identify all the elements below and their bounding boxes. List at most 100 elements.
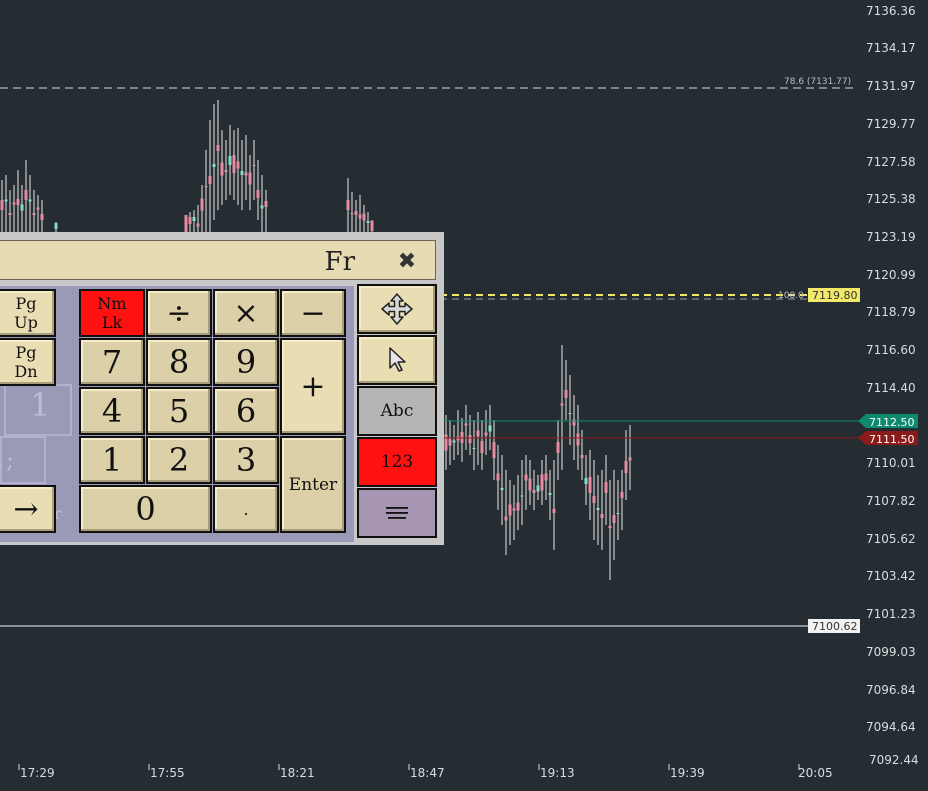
- candle-body: [484, 432, 488, 436]
- candle-body: [452, 440, 456, 443]
- digit-1-key[interactable]: 1: [79, 436, 145, 484]
- abc-mode-key[interactable]: Abc: [357, 386, 437, 436]
- candle-body: [240, 171, 244, 175]
- hamburger-menu-icon[interactable]: [357, 488, 437, 538]
- candle-body: [362, 213, 366, 221]
- digit-8-key[interactable]: 8: [146, 338, 212, 386]
- multiply-key[interactable]: ×: [213, 289, 279, 337]
- candle-body: [464, 423, 468, 426]
- keyboard-title: Fr: [324, 247, 355, 277]
- page-up-key[interactable]: Pg Up: [0, 289, 56, 337]
- candle-body: [0, 200, 4, 210]
- minus-key-label: −: [300, 295, 326, 331]
- price-label: 7110.01: [866, 456, 916, 470]
- digit-0-label: 0: [135, 490, 156, 528]
- price-label: 7103.42: [866, 569, 916, 583]
- candle-body: [232, 155, 236, 173]
- candle-body: [624, 461, 628, 473]
- candle-body: [504, 516, 508, 521]
- price-label: 7134.17: [866, 41, 916, 55]
- digit-6-key[interactable]: 6: [213, 387, 279, 435]
- candle-body: [12, 202, 16, 205]
- ghost-key-label: 1: [30, 386, 51, 424]
- candle-body: [568, 413, 572, 414]
- num-lock-key[interactable]: Nm Lk: [79, 289, 145, 337]
- price-label: 7131.97: [866, 79, 916, 93]
- candle-body: [516, 502, 520, 511]
- enter-key[interactable]: Enter: [280, 436, 346, 533]
- plus-key[interactable]: +: [280, 338, 346, 435]
- candle-body: [54, 223, 58, 229]
- candle-body: [358, 214, 362, 219]
- white-price-tag: 7100.62: [812, 620, 858, 633]
- candle-body: [628, 457, 632, 461]
- candle-body: [556, 442, 560, 453]
- price-label: 7120.99: [866, 268, 916, 282]
- digit-3-key[interactable]: 3: [213, 436, 279, 484]
- candle-body: [350, 213, 354, 214]
- digit-9-key[interactable]: 9: [213, 338, 279, 386]
- divide-key[interactable]: ÷: [146, 289, 212, 337]
- time-label: 17:29: [20, 766, 55, 780]
- digit-1-label: 1: [101, 441, 123, 479]
- candle-body: [560, 403, 564, 406]
- keyboard-title-bar[interactable]: Fr ✖: [0, 240, 436, 280]
- time-label: 18:21: [280, 766, 315, 780]
- digit-5-label: 5: [168, 392, 190, 430]
- candle-body: [604, 482, 608, 493]
- close-x-icon[interactable]: ✖: [395, 249, 419, 274]
- digit-2-key[interactable]: 2: [146, 436, 212, 484]
- minus-key[interactable]: −: [280, 289, 346, 337]
- num-lock-key-label: Nm Lk: [97, 294, 127, 332]
- candle-body: [476, 430, 480, 437]
- page-up-key-label: Pg Up: [14, 294, 38, 332]
- on-screen-keyboard[interactable]: Fr ✖ 1 ; r Pg Up Pg Dn → Nm Lk ÷ × − 7 8…: [0, 232, 444, 545]
- candle-body: [244, 172, 248, 176]
- move-arrows-icon[interactable]: [357, 284, 437, 334]
- arrow-right-key[interactable]: →: [0, 485, 56, 533]
- cursor-pointer-icon[interactable]: [357, 335, 437, 385]
- candle-body: [620, 492, 624, 498]
- candle-body: [366, 221, 370, 223]
- price-label: 7107.82: [866, 494, 916, 508]
- candle-body: [600, 514, 604, 518]
- candle-body: [188, 217, 192, 224]
- price-label: 7118.79: [866, 305, 916, 319]
- candle-body: [208, 176, 212, 184]
- divide-key-label: ÷: [166, 295, 192, 331]
- candle-body: [564, 390, 568, 398]
- price-label: 7105.62: [866, 532, 916, 546]
- candle-body: [448, 438, 452, 446]
- decimal-point-key[interactable]: .: [213, 485, 279, 533]
- candle-body: [520, 495, 524, 497]
- time-label: 17:55: [150, 766, 185, 780]
- candle-body: [508, 504, 512, 516]
- digit-5-key[interactable]: 5: [146, 387, 212, 435]
- abc-mode-label: Abc: [380, 401, 414, 421]
- candle-body: [192, 217, 196, 221]
- candle-body: [468, 435, 472, 443]
- digit-4-key[interactable]: 4: [79, 387, 145, 435]
- candle-body: [36, 207, 40, 210]
- candle-body: [196, 223, 200, 227]
- candle-body: [228, 156, 232, 165]
- candle-body: [576, 433, 580, 446]
- candle-body: [512, 508, 516, 511]
- page-down-key[interactable]: Pg Dn: [0, 338, 56, 386]
- digit-7-key[interactable]: 7: [79, 338, 145, 386]
- price-label: 7096.84: [866, 683, 916, 697]
- digit-0-key[interactable]: 0: [79, 485, 212, 533]
- candle-body: [236, 161, 240, 169]
- candle-body: [248, 172, 252, 185]
- time-axis[interactable]: 17:29 17:55 18:21 18:47 19:13 19:39 20:0…: [18, 764, 833, 780]
- price-label: 7114.40: [866, 381, 916, 395]
- candle-body: [596, 508, 600, 510]
- candle-body: [354, 211, 358, 215]
- price-axis[interactable]: 7136.36 7134.17 7131.97 7129.77 7127.58 …: [866, 4, 919, 767]
- candle-body: [588, 477, 592, 493]
- numeric-mode-label: 123: [380, 452, 414, 472]
- numeric-mode-key[interactable]: 123: [357, 437, 437, 487]
- plus-key-label: +: [300, 369, 326, 404]
- price-label: 7092.44: [869, 753, 919, 767]
- candle-body: [616, 513, 620, 514]
